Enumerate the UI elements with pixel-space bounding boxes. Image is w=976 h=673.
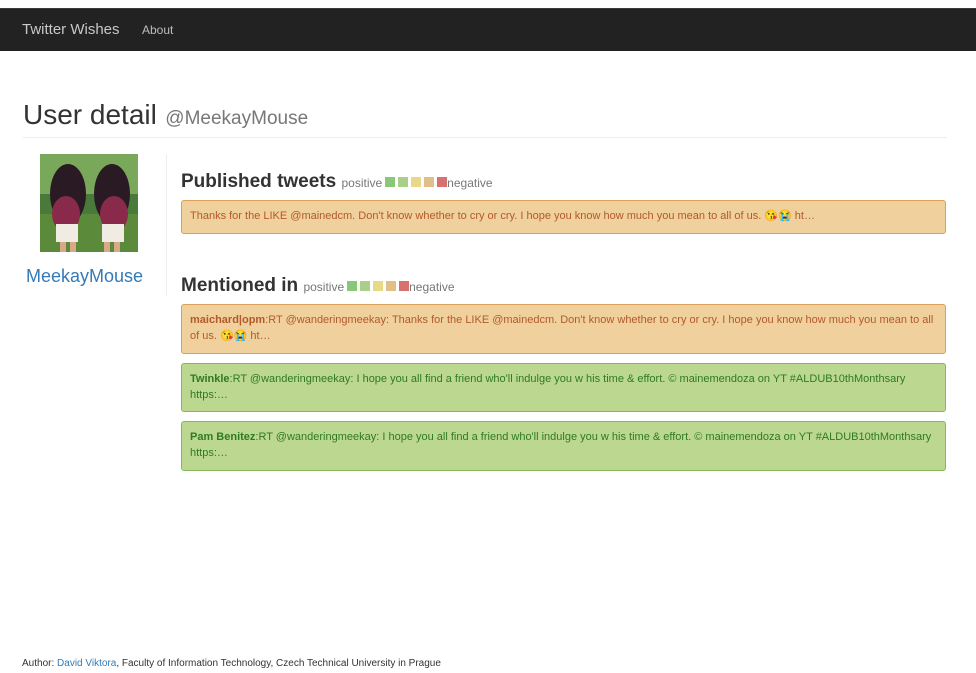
navbar: Twitter Wishes About [0, 8, 976, 51]
legend-negative-label: negative [447, 176, 493, 190]
mention-text: :RT @wanderingmeekay: I hope you all fin… [190, 431, 932, 459]
legend-swatch [399, 281, 410, 291]
footer: Author: David Viktora, Faculty of Inform… [22, 658, 441, 669]
mention-card: maichard|opm:RT @wanderingmeekay: Thanks… [181, 304, 946, 354]
legend-swatch [373, 281, 384, 291]
user-name-link[interactable]: MeekayMouse [26, 266, 143, 287]
published-tweets-title: Published tweets [181, 171, 337, 192]
brand-link[interactable]: Twitter Wishes [22, 21, 120, 38]
legend-swatch [385, 177, 396, 187]
avatar-image [40, 154, 138, 252]
mention-text: :RT @wanderingmeekay: Thanks for the LIK… [190, 314, 934, 342]
legend-swatch [386, 281, 397, 291]
published-tweets-heading: Published tweets positive negative [181, 171, 493, 193]
footer-author-link[interactable]: David Viktora [57, 658, 116, 669]
mention-card: Twinkle:RT @wanderingmeekay: I hope you … [181, 363, 946, 412]
footer-prefix: Author: [22, 658, 58, 669]
legend-swatch [411, 177, 422, 187]
legend-positive-label: positive [303, 280, 345, 294]
mention-author: Twinkle [190, 373, 230, 385]
page-header: User detail @MeekayMouse [23, 96, 947, 138]
legend-positive-label: positive [341, 176, 383, 190]
mention-text: :RT @wanderingmeekay: I hope you all fin… [190, 373, 906, 401]
tweet-card: Thanks for the LIKE @mainedcm. Don't kno… [181, 200, 946, 234]
mentioned-in-title: Mentioned in [181, 275, 299, 296]
user-handle: @MeekayMouse [165, 108, 309, 129]
mention-card: Pam Benitez:RT @wanderingmeekay: I hope … [181, 421, 946, 471]
legend-swatch [437, 177, 448, 187]
legend-swatch [360, 281, 371, 291]
user-avatar[interactable] [40, 154, 138, 252]
legend-swatch [398, 177, 409, 187]
tweet-text: Thanks for the LIKE @mainedcm. Don't kno… [190, 210, 815, 222]
user-profile-panel: MeekayMouse [22, 154, 167, 296]
page-title: User detail [23, 99, 157, 130]
nav-about-link[interactable]: About [142, 23, 173, 37]
legend-swatch [347, 281, 358, 291]
mentioned-in-heading: Mentioned in positive negative [181, 275, 455, 297]
mention-author: Pam Benitez [190, 431, 256, 443]
top-margin [0, 0, 976, 8]
footer-suffix: , Faculty of Information Technology, Cze… [116, 658, 441, 669]
legend-negative-label: negative [409, 280, 455, 294]
legend-swatch [424, 177, 435, 187]
mention-author: maichard|opm [190, 314, 266, 326]
